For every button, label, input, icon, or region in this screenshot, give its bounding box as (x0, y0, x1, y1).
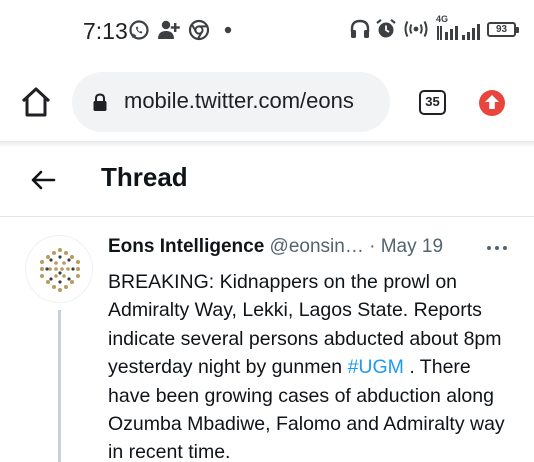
thread-header: Thread (0, 147, 534, 216)
chrome-icon (188, 19, 210, 41)
tweet-text: BREAKING: Kidnappers on the prowl on Adm… (108, 268, 518, 462)
tab-switcher-button[interactable]: 35 (419, 90, 446, 115)
author-name[interactable]: Eons Intelligence (108, 236, 264, 257)
tweet-date[interactable]: May 19 (381, 236, 443, 257)
more-icon (487, 246, 491, 250)
more-options-button[interactable] (484, 241, 510, 255)
add-contact-icon (158, 20, 180, 39)
tweet-header: Eons Intelligence @eonsin… · May 19 (108, 236, 518, 260)
hotspot-icon (404, 21, 428, 37)
header-separator: · (369, 236, 376, 257)
tweet[interactable]: Eons Intelligence @eonsin… · May 19 BREA… (0, 217, 534, 462)
notification-dot-icon (224, 26, 232, 34)
thread-connector-line (58, 310, 61, 462)
more-icon-dot (503, 246, 507, 250)
signal-icon (437, 24, 480, 40)
avatar[interactable] (25, 235, 93, 303)
status-time: 7:13 (83, 18, 128, 44)
back-arrow-icon (31, 170, 56, 190)
alarm-icon (376, 18, 396, 38)
back-button[interactable] (28, 165, 58, 195)
lock-icon (93, 93, 107, 111)
eons-logo-icon (40, 248, 80, 292)
page-title: Thread (101, 162, 188, 192)
home-icon (21, 87, 51, 117)
update-button[interactable] (478, 89, 506, 117)
hashtag-link[interactable]: #UGM (348, 356, 404, 378)
more-icon-dot (495, 246, 499, 250)
status-bar: 7:13 4G 93 (0, 0, 534, 62)
url-text: mobile.twitter.com/eons (124, 88, 354, 113)
whatsapp-icon (129, 20, 149, 40)
browser-toolbar: mobile.twitter.com/eons 35 (0, 62, 534, 142)
battery-indicator: 93 (487, 22, 519, 37)
address-bar[interactable]: mobile.twitter.com/eons (72, 72, 390, 132)
headphones-icon (350, 19, 370, 38)
home-button[interactable] (18, 84, 54, 120)
author-handle[interactable]: @eonsin… (270, 236, 364, 257)
